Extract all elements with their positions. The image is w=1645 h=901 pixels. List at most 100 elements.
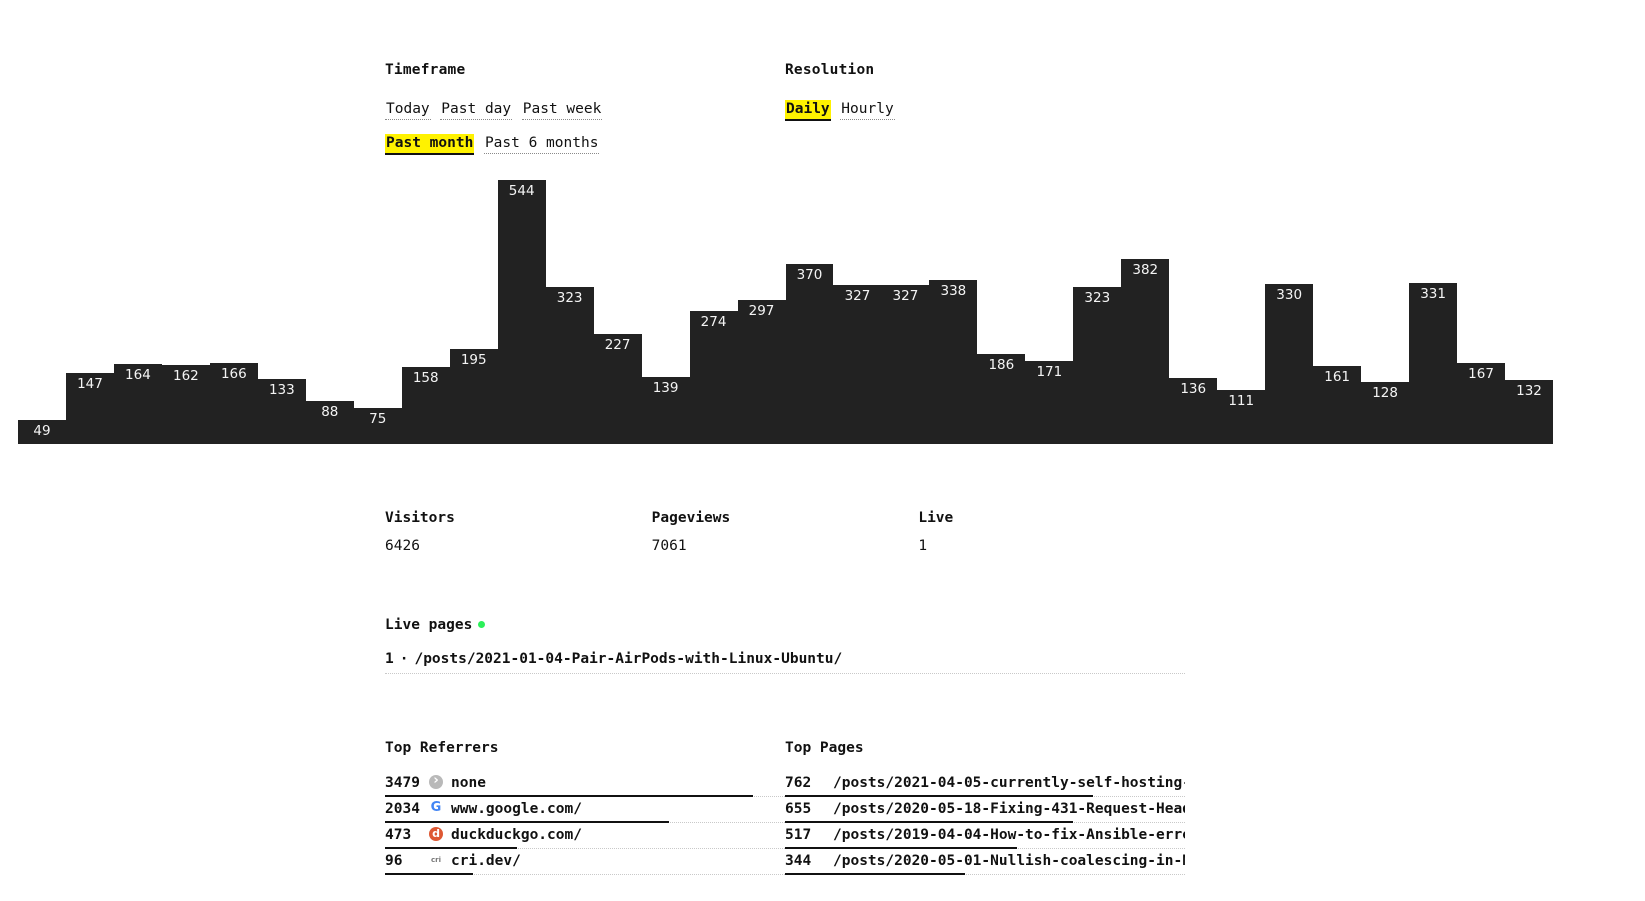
chart-bar-value-label: 323 — [1084, 290, 1111, 306]
top-referrers-list: 3479 none 2034 www.google.com/473 duckduckgo… — [385, 773, 785, 877]
list-item-label[interactable]: /posts/2020-05-18-Fixing-431-Request-Hea… — [833, 799, 1185, 820]
chart-bar[interactable]: 162 — [161, 365, 210, 444]
live-pages-heading: Live pages — [385, 616, 1185, 634]
stat-visitors: Visitors 6426 — [385, 510, 652, 555]
list-item-label[interactable]: none — [451, 773, 486, 794]
visitors-bar-chart: 49 147 164 162 166 133 88 75 158 195 544 323 227 139 2… — [18, 180, 1553, 444]
list-item-label[interactable]: cri.dev/ — [451, 851, 521, 872]
chart-bar[interactable]: 147 — [65, 373, 114, 444]
chart-bar[interactable]: 327 — [881, 285, 930, 444]
live-page-count: 1 — [385, 651, 394, 667]
chart-bar-value-label: 162 — [173, 368, 199, 384]
resolution-option-hourly[interactable]: Hourly — [840, 100, 895, 120]
top-referrers-title: Top Referrers — [385, 740, 499, 756]
top-pages-column: Top Pages 762/posts/2021-04-05-currently… — [785, 740, 1185, 877]
duckduckgo-icon — [429, 827, 443, 841]
chart-bar[interactable]: 128 — [1361, 382, 1410, 444]
chart-bar-value-label: 274 — [700, 314, 727, 330]
list-item-label[interactable]: duckduckgo.com/ — [451, 825, 582, 846]
chart-bar[interactable]: 136 — [1169, 378, 1218, 444]
chart-bar[interactable]: 161 — [1313, 366, 1362, 444]
top-pages-title: Top Pages — [785, 740, 864, 756]
live-page-row[interactable]: 1 · /posts/2021-01-04-Pair-AirPods-with-Li… — [385, 649, 1185, 674]
list-item[interactable]: 3479 none — [385, 773, 785, 799]
stat-live-value: 1 — [918, 538, 928, 554]
chart-bar[interactable]: 382 — [1121, 259, 1170, 444]
list-item[interactable]: 473 duckduckgo.com/ — [385, 825, 785, 851]
list-item-label[interactable]: /posts/2019-04-04-How-to-fix-Ansible-err… — [833, 825, 1185, 846]
timeframe-option-past-day[interactable]: Past day — [440, 100, 513, 120]
chart-bar-value-label: 323 — [556, 290, 583, 306]
chart-bar[interactable]: 186 — [977, 354, 1026, 444]
chart-bar[interactable]: 166 — [209, 363, 258, 444]
chart-bar[interactable]: 331 — [1409, 283, 1458, 444]
chart-bar-value-label: 139 — [652, 380, 679, 396]
chart-bar-value-label: 161 — [1324, 369, 1351, 385]
chart-bar[interactable]: 75 — [353, 408, 402, 444]
list-item-count: 473 — [385, 827, 412, 843]
timeframe-control-group: Timeframe Today Past day Past week Past … — [385, 62, 603, 168]
top-referrers-column: Top Referrers 3479 none 2034 www.google.com… — [385, 740, 785, 877]
chart-bar[interactable]: 323 — [545, 287, 594, 444]
list-item-count: 517 — [785, 827, 812, 843]
resolution-option-daily[interactable]: Daily — [785, 100, 831, 121]
chart-bar-value-label: 227 — [604, 337, 631, 353]
chart-bar[interactable]: 111 — [1217, 390, 1266, 444]
chart-bar[interactable]: 132 — [1505, 380, 1553, 444]
list-item-bar-fill — [785, 795, 1093, 797]
list-item-label[interactable]: /posts/2020-05-01-Nullish-coalescing-in-… — [833, 851, 1185, 872]
list-item-label[interactable]: /posts/2021-04-05-currently-self-hosting… — [833, 773, 1185, 794]
chart-bar-value-label: 330 — [1276, 287, 1303, 303]
chart-bar[interactable]: 338 — [929, 280, 978, 444]
timeframe-option-past-6-months[interactable]: Past 6 months — [483, 134, 600, 154]
chart-bar[interactable]: 139 — [641, 377, 690, 444]
list-item[interactable]: 762/posts/2021-04-05-currently-self-host… — [785, 773, 1185, 799]
live-pages-section: Live pages 1 · /posts/2021-01-04-Pair-AirP… — [385, 616, 1185, 674]
google-icon — [429, 801, 443, 815]
controls-bar: Timeframe Today Past day Past week Past … — [0, 62, 1645, 162]
list-item-content: 473 duckduckgo.com/ — [385, 825, 785, 846]
list-item[interactable]: 344/posts/2020-05-01-Nullish-coalescing-… — [785, 851, 1185, 877]
chart-bar[interactable]: 195 — [449, 349, 498, 444]
chart-bar[interactable]: 327 — [833, 285, 882, 444]
none-icon — [429, 775, 443, 789]
stat-pageviews-label: Pageviews — [651, 510, 731, 526]
timeframe-row-1: Today Past day Past week — [385, 99, 603, 120]
chart-bar[interactable]: 158 — [401, 367, 450, 444]
resolution-row-1: Daily Hourly — [785, 99, 895, 121]
stat-live-label: Live — [918, 510, 954, 526]
list-item[interactable]: 2034 www.google.com/ — [385, 799, 785, 825]
resolution-title: Resolution — [785, 62, 875, 78]
chart-bar[interactable]: 323 — [1073, 287, 1122, 444]
live-page-separator: · — [399, 651, 409, 667]
chart-bar-value-label: 186 — [988, 357, 1015, 373]
chart-bar[interactable]: 297 — [737, 300, 786, 444]
chart-bar[interactable]: 330 — [1265, 284, 1314, 444]
list-item[interactable]: 655/posts/2020-05-18-Fixing-431-Request-… — [785, 799, 1185, 825]
list-item[interactable]: 517/posts/2019-04-04-How-to-fix-Ansible-… — [785, 825, 1185, 851]
timeframe-option-today[interactable]: Today — [385, 100, 431, 120]
chart-bar-value-label: 544 — [508, 183, 535, 199]
chart-bar[interactable]: 227 — [593, 334, 642, 444]
stat-live: Live 1 — [918, 510, 1185, 555]
chart-bar[interactable]: 171 — [1025, 361, 1074, 444]
list-item-content: 517/posts/2019-04-04-How-to-fix-Ansible-… — [785, 825, 1185, 846]
timeframe-option-past-month[interactable]: Past month — [385, 134, 475, 155]
list-item-label[interactable]: www.google.com/ — [451, 799, 582, 820]
resolution-control-group: Resolution Daily Hourly — [785, 62, 895, 134]
timeframe-option-past-week[interactable]: Past week — [521, 100, 603, 120]
chart-bar[interactable]: 164 — [113, 364, 162, 444]
chart-bar[interactable]: 133 — [257, 379, 306, 444]
chart-bar-value-label: 75 — [369, 411, 387, 427]
chart-bar[interactable]: 167 — [1457, 363, 1506, 444]
chart-bar[interactable]: 370 — [785, 264, 834, 444]
list-item-count: 655 — [785, 801, 812, 817]
chart-bar[interactable]: 49 — [18, 420, 66, 444]
list-item-bar-fill — [785, 847, 1017, 849]
list-item[interactable]: 96 cri.dev/ — [385, 851, 785, 877]
chart-bar[interactable]: 274 — [689, 311, 738, 444]
stat-visitors-value: 6426 — [385, 538, 420, 554]
chart-bar[interactable]: 88 — [305, 401, 354, 444]
live-page-path[interactable]: /posts/2021-01-04-Pair-AirPods-with-Linu… — [414, 649, 842, 669]
chart-bar[interactable]: 544 — [497, 180, 546, 444]
